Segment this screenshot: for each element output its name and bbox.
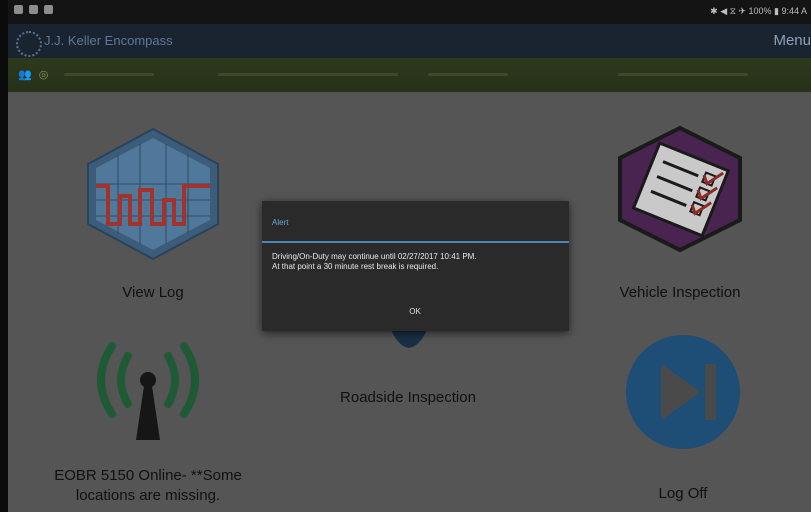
ok-button[interactable]: OK (392, 301, 438, 323)
roadside-inspection-label: Roadside Inspection (340, 389, 476, 406)
dialog-title: Alert (272, 218, 289, 227)
app-logo-icon (16, 31, 42, 57)
app-title: J.J. Keller Encompass (44, 33, 173, 48)
vehicle-inspection-label: Vehicle Inspection (619, 284, 741, 301)
alert-dialog: Alert Driving/On-Duty may continue until… (262, 201, 569, 331)
drivers-icon: 👥 (18, 69, 34, 81)
dialog-message: Driving/On-Duty may continue until 02/27… (272, 252, 477, 271)
status-segment (64, 73, 154, 76)
roadside-inspection-tile[interactable]: Roadside Inspection (318, 322, 498, 422)
checklist-icon (618, 125, 742, 253)
notification-icon (29, 5, 38, 14)
eobr-status-tile[interactable]: EOBR 5150 Online- **Some locations are m… (48, 334, 248, 512)
dialog-divider (262, 241, 569, 243)
status-segment (218, 73, 398, 76)
view-log-tile[interactable]: View Log (78, 124, 228, 314)
eobr-status-label: EOBR 5150 Online- **Some locations are m… (54, 467, 242, 504)
wireless-antenna-icon (97, 342, 199, 440)
status-circle-icon: ◎ (38, 69, 51, 81)
view-log-label: View Log (122, 284, 184, 301)
notification-icons (14, 5, 53, 14)
status-segment (618, 73, 748, 76)
log-off-tile[interactable]: Log Off (608, 334, 758, 504)
menu-button[interactable]: Menu (773, 32, 811, 49)
notification-icon (44, 5, 53, 14)
status-bar: ✱ ◀ ⧖ ✈ 100% ▮ 9:44 A (8, 0, 811, 24)
status-segment (428, 73, 508, 76)
log-grid-icon (87, 127, 219, 261)
driver-status-bar: 👥 ◎ (8, 58, 811, 92)
vehicle-inspection-tile[interactable]: Vehicle Inspection (600, 124, 760, 314)
notification-icon (14, 5, 23, 14)
app-screen: ✱ ◀ ⧖ ✈ 100% ▮ 9:44 A J.J. Keller Encomp… (8, 0, 811, 512)
status-indicators: ✱ ◀ ⧖ ✈ 100% ▮ 9:44 A (710, 6, 807, 16)
skip-forward-icon (626, 335, 740, 449)
log-off-label: Log Off (658, 485, 708, 502)
driver-status-icons: 👥 ◎ (18, 68, 50, 81)
app-bar: J.J. Keller Encompass Menu (8, 24, 811, 58)
